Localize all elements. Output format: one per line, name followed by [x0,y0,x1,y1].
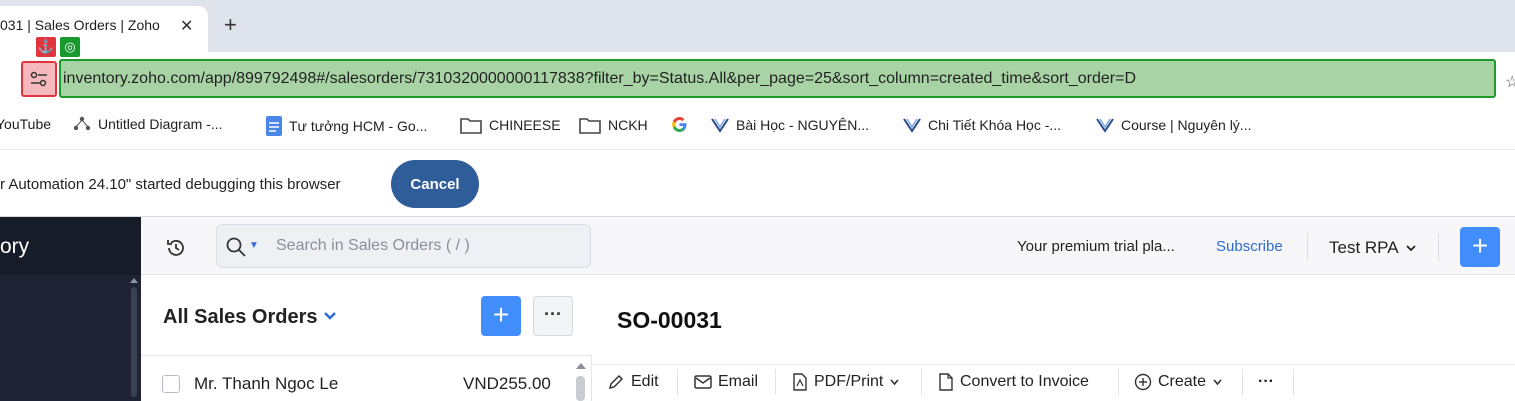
edit-button[interactable]: Edit [607,373,659,391]
order-amount: VND255.00 [463,374,551,393]
bookmark-label: NCKH [608,117,648,133]
create-button[interactable]: Create [1134,373,1223,391]
divider [677,369,678,395]
search-filter-chevron-icon[interactable]: ▼ [249,240,259,251]
chevron-down-icon [1406,245,1417,252]
envelope-icon [694,375,712,389]
tab-title[interactable]: 031 | Sales Orders | Zoho [0,17,168,33]
folder-icon [460,118,482,134]
new-sales-order-button[interactable]: + [481,296,521,336]
document-icon [939,373,953,391]
chevron-down-icon[interactable] [322,309,338,328]
new-tab-icon[interactable]: + [224,12,237,38]
app-brand[interactable]: ory [0,235,29,259]
diagram-icon [73,116,91,131]
convert-to-invoice-button[interactable]: Convert to Invoice [938,373,1089,391]
debugging-message: r Automation 24.10" started debugging th… [0,176,341,193]
folder-icon [579,118,601,134]
search-input[interactable] [276,233,576,259]
convert-label: Convert to Invoice [960,373,1089,390]
cancel-button[interactable]: Cancel [391,160,479,208]
bookmark-nckh[interactable]: NCKH [579,116,648,134]
divider [1293,369,1294,395]
site-info-button[interactable] [21,61,57,97]
more-label: ··· [1258,373,1274,390]
sidebar-scrollbar[interactable] [131,287,137,397]
bookmark-untitled-diagram[interactable]: Untitled Diagram -... [73,116,222,132]
row-checkbox[interactable] [162,375,180,393]
bookmark-bai-hoc[interactable]: Bài Học - NGUYÊN... [711,116,869,134]
subscribe-link[interactable]: Subscribe [1216,238,1283,255]
bookmark-star-icon[interactable]: ☆ [1505,72,1515,92]
url-text[interactable]: inventory.zoho.com/app/899792498#/saleso… [63,70,1136,88]
bookmark-label: Chi Tiết Khóa Học -... [928,117,1062,133]
tune-icon [30,71,47,87]
search-icon[interactable] [225,236,247,263]
sidebar-scroll-up-icon[interactable] [130,278,138,283]
divider [1242,369,1243,395]
list-scroll-up-icon[interactable] [576,363,586,369]
course-icon [903,118,921,133]
email-button[interactable]: Email [694,373,758,391]
list-view-title[interactable]: All Sales Orders [163,306,318,329]
screen: 031 | Sales Orders | Zoho ✕ + inventory.… [0,0,1515,401]
chevron-down-icon [890,378,899,385]
pdf-print-label: PDF/Print [814,373,884,390]
history-icon[interactable] [164,236,188,265]
divider [775,369,776,395]
bookmark-google[interactable] [671,116,695,133]
bookmark-label: Tư tưởng HCM - Go... [289,118,428,134]
bookmark-label: Untitled Diagram -... [98,116,223,132]
divider [1118,369,1119,395]
org-name: Test RPA [1329,238,1398,257]
bookmark-label: CHINEESE [489,117,561,133]
anchor-icon: ⚓ [36,37,56,57]
bookmark-youtube[interactable]: YouTube [0,116,51,132]
divider [921,369,922,395]
pdf-print-button[interactable]: PDF/Print [792,373,900,391]
pdf-icon [793,373,807,391]
divider [1307,233,1308,261]
org-switcher[interactable]: Test RPA [1329,238,1417,258]
email-label: Email [718,373,759,390]
google-icon [672,117,687,132]
bookmark-chi-tiet-khoa-hoc[interactable]: Chi Tiết Khóa Học -... [903,116,1061,134]
bookmark-label: YouTube [0,116,52,132]
bookmark-label: Course | Nguyên lý... [1121,117,1252,133]
bookmark-course[interactable]: Course | Nguyên lý... [1096,116,1251,134]
bookmark-tu-tuong-hcm[interactable]: Tư tưởng HCM - Go... [266,116,427,136]
trial-notice: Your premium trial pla... [1017,238,1175,255]
bookmark-label: Bài Học - NGUYÊN... [736,117,870,133]
target-icon: ◎ [60,37,80,57]
bookmark-chineese[interactable]: CHINEESE [460,116,561,134]
divider [1438,233,1439,261]
tab-close-icon[interactable]: ✕ [180,16,193,36]
chevron-down-icon [1213,378,1222,385]
list-scrollbar[interactable] [576,376,585,401]
create-label: Create [1158,373,1207,390]
quick-create-button[interactable]: + [1460,227,1500,267]
more-actions-button[interactable]: ··· [1258,373,1274,391]
course-icon [711,118,729,133]
plus-circle-icon [1134,373,1152,391]
pencil-icon [608,374,624,390]
edit-label: Edit [631,373,659,390]
customer-name[interactable]: Mr. Thanh Ngoc Le [194,374,338,394]
sales-order-number: SO-00031 [617,307,722,333]
docs-icon [266,116,282,136]
more-options-button[interactable]: ··· [533,296,573,336]
course-icon [1096,118,1114,133]
